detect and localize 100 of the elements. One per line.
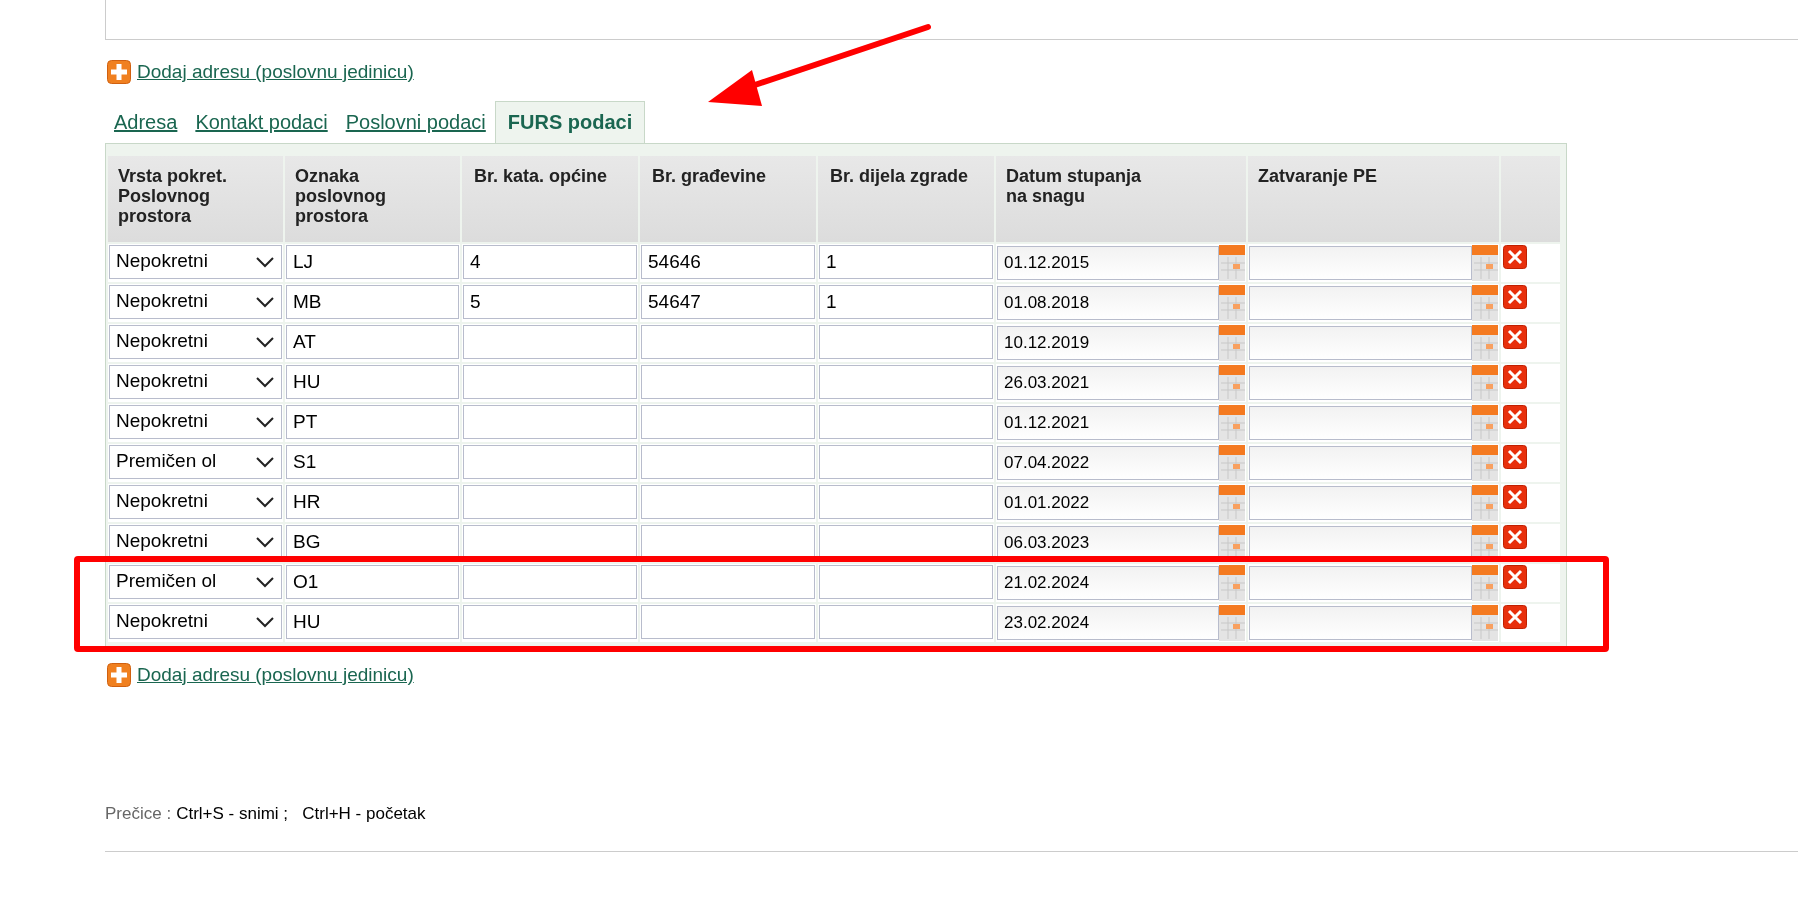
text-field[interactable]	[463, 324, 637, 359]
delete-icon[interactable]	[1503, 324, 1527, 349]
text-field[interactable]	[819, 324, 993, 359]
date-field[interactable]	[1249, 325, 1472, 360]
text-field[interactable]: 5	[463, 284, 637, 319]
type-select[interactable]: Nepokretni	[109, 284, 282, 319]
delete-icon[interactable]	[1503, 484, 1527, 509]
type-select[interactable]: Nepokretni	[109, 484, 282, 519]
text-field[interactable]: MB	[286, 284, 459, 319]
calendar-button[interactable]	[1219, 444, 1245, 481]
text-field[interactable]	[463, 524, 637, 559]
text-field[interactable]	[819, 444, 993, 479]
date-field[interactable]: 26.03.2021	[997, 365, 1219, 400]
text-field[interactable]: HU	[286, 364, 459, 399]
date-field[interactable]: 01.12.2021	[997, 405, 1219, 440]
text-field[interactable]: HU	[286, 604, 459, 639]
date-field[interactable]	[1249, 245, 1472, 280]
delete-icon[interactable]	[1503, 244, 1527, 269]
text-field[interactable]	[463, 484, 637, 519]
text-field[interactable]	[641, 324, 815, 359]
date-field[interactable]	[1249, 605, 1472, 640]
type-select[interactable]: Nepokretni	[109, 244, 282, 279]
text-field[interactable]	[641, 444, 815, 479]
text-field[interactable]	[641, 524, 815, 559]
text-field[interactable]: 1	[819, 284, 993, 319]
text-field[interactable]: AT	[286, 324, 459, 359]
calendar-button[interactable]	[1472, 604, 1498, 641]
calendar-button[interactable]	[1472, 284, 1498, 321]
date-field[interactable]: 01.08.2018	[997, 285, 1219, 320]
text-field[interactable]: HR	[286, 484, 459, 519]
add-address-link[interactable]: Dodaj adresu (poslovnu jedinicu)	[137, 58, 414, 87]
text-field[interactable]	[819, 564, 993, 599]
text-field[interactable]: 4	[463, 244, 637, 279]
calendar-button[interactable]	[1472, 364, 1498, 401]
text-field[interactable]: 54646	[641, 244, 815, 279]
text-field[interactable]	[641, 564, 815, 599]
text-field[interactable]: 1	[819, 244, 993, 279]
text-field[interactable]	[463, 564, 637, 599]
type-select[interactable]: Nepokretni	[109, 604, 282, 639]
text-field[interactable]	[463, 444, 637, 479]
calendar-button[interactable]	[1219, 284, 1245, 321]
text-field[interactable]	[819, 484, 993, 519]
calendar-button[interactable]	[1219, 604, 1245, 641]
calendar-button[interactable]	[1219, 364, 1245, 401]
calendar-button[interactable]	[1219, 324, 1245, 361]
delete-icon[interactable]	[1503, 604, 1527, 629]
text-field[interactable]: BG	[286, 524, 459, 559]
type-select[interactable]: Nepokretni	[109, 404, 282, 439]
text-field[interactable]	[463, 404, 637, 439]
type-select[interactable]: Premičen ol	[109, 564, 282, 599]
text-field[interactable]	[819, 604, 993, 639]
date-field[interactable]: 10.12.2019	[997, 325, 1219, 360]
text-field[interactable]	[641, 604, 815, 639]
date-field[interactable]: 07.04.2022	[997, 445, 1219, 480]
calendar-button[interactable]	[1219, 564, 1245, 601]
date-field[interactable]	[1249, 365, 1472, 400]
text-field[interactable]: O1	[286, 564, 459, 599]
date-field[interactable]: 21.02.2024	[997, 565, 1219, 600]
delete-icon[interactable]	[1503, 404, 1527, 429]
text-field[interactable]: 54647	[641, 284, 815, 319]
tab[interactable]: FURS podaci	[494, 100, 646, 143]
type-select[interactable]: Premičen ol	[109, 444, 282, 479]
calendar-button[interactable]	[1472, 244, 1498, 281]
text-field[interactable]	[819, 404, 993, 439]
date-field[interactable]: 01.12.2015	[997, 245, 1219, 280]
date-field[interactable]	[1249, 445, 1472, 480]
text-field[interactable]	[641, 364, 815, 399]
date-field[interactable]	[1249, 485, 1472, 520]
tab[interactable]: Poslovni podaci	[336, 100, 495, 143]
calendar-button[interactable]	[1472, 484, 1498, 521]
type-select[interactable]: Nepokretni	[109, 524, 282, 559]
calendar-button[interactable]	[1219, 244, 1245, 281]
calendar-button[interactable]	[1472, 444, 1498, 481]
type-select[interactable]: Nepokretni	[109, 324, 282, 359]
text-field[interactable]	[641, 484, 815, 519]
calendar-button[interactable]	[1219, 404, 1245, 441]
date-field[interactable]	[1249, 285, 1472, 320]
calendar-button[interactable]	[1472, 404, 1498, 441]
date-field[interactable]: 01.01.2022	[997, 485, 1219, 520]
calendar-button[interactable]	[1472, 564, 1498, 601]
date-field[interactable]	[1249, 405, 1472, 440]
tab[interactable]: Kontakt podaci	[186, 100, 337, 143]
date-field[interactable]: 23.02.2024	[997, 605, 1219, 640]
type-select[interactable]: Nepokretni	[109, 364, 282, 399]
delete-icon[interactable]	[1503, 284, 1527, 309]
text-field[interactable]	[463, 604, 637, 639]
tab[interactable]: Adresa	[105, 100, 187, 143]
calendar-button[interactable]	[1472, 324, 1498, 361]
calendar-button[interactable]	[1219, 484, 1245, 521]
text-field[interactable]	[463, 364, 637, 399]
delete-icon[interactable]	[1503, 364, 1527, 389]
text-field[interactable]: S1	[286, 444, 459, 479]
text-field[interactable]: LJ	[286, 244, 459, 279]
add-address-link[interactable]: Dodaj adresu (poslovnu jedinicu)	[137, 660, 414, 689]
text-field[interactable]	[819, 364, 993, 399]
delete-icon[interactable]	[1503, 444, 1527, 469]
delete-icon[interactable]	[1503, 524, 1527, 549]
text-field[interactable]	[819, 524, 993, 559]
date-field[interactable]	[1249, 565, 1472, 600]
delete-icon[interactable]	[1503, 564, 1527, 589]
